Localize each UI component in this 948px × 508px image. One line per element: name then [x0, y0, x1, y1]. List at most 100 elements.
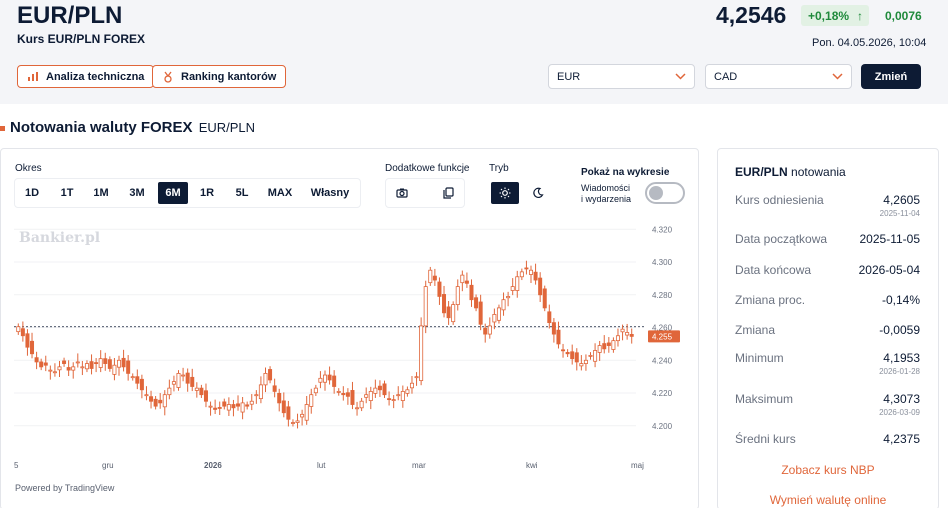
- candle-body: [460, 274, 465, 284]
- candle-body: [121, 357, 126, 368]
- news-toggle-label: Wiadomości i wydarzenia: [581, 183, 631, 205]
- candle-body: [322, 374, 328, 383]
- candle-body: [130, 376, 135, 379]
- candle-body: [300, 413, 305, 418]
- candle-body: [277, 392, 282, 404]
- candle-body: [565, 352, 570, 355]
- candle-body: [400, 391, 405, 401]
- bar-chart-icon: [28, 72, 38, 81]
- candle-body: [611, 340, 616, 350]
- section-pair: EUR/PLN: [198, 120, 256, 135]
- candle-body: [222, 401, 227, 407]
- y-tick-label: 4.320: [652, 225, 673, 234]
- period-1m[interactable]: 1M: [87, 182, 115, 204]
- candle-body: [561, 349, 566, 352]
- candle-body: [203, 390, 208, 402]
- x-tick-label: mar: [412, 461, 426, 470]
- exchange-online-link[interactable]: Wymień walutę online: [718, 493, 938, 507]
- candle-body: [556, 329, 561, 345]
- candle-body: [181, 374, 186, 377]
- stat-minimum-label: Minimum: [735, 351, 784, 365]
- candle-body: [409, 382, 414, 389]
- candle-body: [355, 407, 360, 410]
- copy-button[interactable]: [435, 182, 461, 204]
- candle-body: [20, 328, 25, 337]
- candle-body: [478, 301, 483, 325]
- candle-body: [313, 387, 318, 394]
- period-1t[interactable]: 1T: [53, 182, 81, 204]
- candle-body: [423, 286, 428, 327]
- stat-end-date-label: Data końcowa: [735, 263, 812, 277]
- candle-body: [52, 371, 57, 374]
- nbp-rate-link[interactable]: Zobacz kurs NBP: [718, 463, 938, 477]
- currency-from-value: EUR: [557, 70, 581, 83]
- candle-body: [387, 398, 392, 401]
- candle-body: [391, 399, 396, 402]
- candle-body: [62, 360, 67, 364]
- candle-body: [528, 269, 534, 275]
- candle-body: [34, 357, 39, 363]
- candle-body: [295, 420, 300, 423]
- dark-mode-button[interactable]: [524, 182, 552, 204]
- candle-body: [405, 389, 410, 394]
- news-toggle[interactable]: [645, 182, 685, 204]
- candle-body: [364, 394, 369, 398]
- candle-body: [176, 373, 181, 388]
- candle-body: [414, 376, 419, 379]
- candle-body: [217, 407, 222, 409]
- candle-body: [94, 362, 99, 364]
- candle-body: [107, 359, 112, 369]
- candle-body: [57, 366, 62, 371]
- stat-reference-label: Kurs odniesienia: [735, 193, 824, 207]
- period-custom[interactable]: Własny: [305, 182, 355, 204]
- price-chart[interactable]: Bankier.pl4.3204.3004.2804.2604.2404.220…: [14, 222, 686, 474]
- period-max[interactable]: MAX: [263, 182, 297, 204]
- candle-body: [254, 394, 259, 397]
- candle-body: [139, 378, 144, 391]
- candle-body: [382, 383, 387, 396]
- candle-body: [226, 404, 231, 411]
- stat-minimum-value: 4,1953: [883, 351, 920, 365]
- candle-body: [112, 364, 117, 375]
- light-mode-button[interactable]: [491, 182, 519, 204]
- candle-body: [80, 366, 85, 369]
- candle-body: [574, 352, 579, 363]
- period-3m[interactable]: 3M: [123, 182, 151, 204]
- period-6m[interactable]: 6M: [158, 182, 188, 204]
- candle-body: [597, 345, 602, 353]
- candle-body: [419, 325, 424, 382]
- currency-from-select[interactable]: EUR: [548, 64, 695, 89]
- ranking-button[interactable]: Ranking kantorów: [152, 65, 287, 88]
- candle-body: [231, 404, 236, 409]
- y-tick-label: 4.300: [652, 258, 673, 267]
- candle-body: [263, 373, 268, 386]
- candle-body: [304, 404, 309, 421]
- candle-body: [309, 394, 314, 407]
- candle-body: [194, 387, 199, 391]
- change-button[interactable]: Zmień: [861, 64, 921, 89]
- candle-body: [492, 314, 497, 323]
- change-percent-badge: +0,18% ↑: [801, 5, 869, 26]
- candle-body: [89, 361, 94, 369]
- period-1r[interactable]: 1R: [193, 182, 221, 204]
- stat-minimum-date: 2026-01-28: [879, 367, 920, 376]
- candle-body: [258, 384, 263, 400]
- rate-datetime: Pon. 04.05.2026, 10:04: [812, 37, 927, 49]
- candle-body: [515, 276, 520, 291]
- candle-body: [185, 372, 190, 384]
- candle-body: [39, 361, 44, 368]
- tradingview-credit[interactable]: Powered by TradingView: [15, 483, 114, 493]
- candle-body: [588, 354, 593, 357]
- x-tick-label: lut: [317, 461, 326, 470]
- candle-body: [606, 342, 611, 346]
- stat-maximum-value: 4,3073: [883, 392, 920, 406]
- candle-body: [464, 280, 469, 284]
- screenshot-button[interactable]: [389, 182, 415, 204]
- period-1d[interactable]: 1D: [18, 182, 46, 204]
- currency-to-select[interactable]: CAD: [705, 64, 852, 89]
- stat-change-pct-label: Zmiana proc.: [735, 293, 806, 307]
- candle-body: [153, 398, 158, 407]
- candle-body: [25, 333, 30, 348]
- period-5l[interactable]: 5L: [228, 182, 256, 204]
- technical-analysis-button[interactable]: Analiza techniczna: [17, 65, 155, 88]
